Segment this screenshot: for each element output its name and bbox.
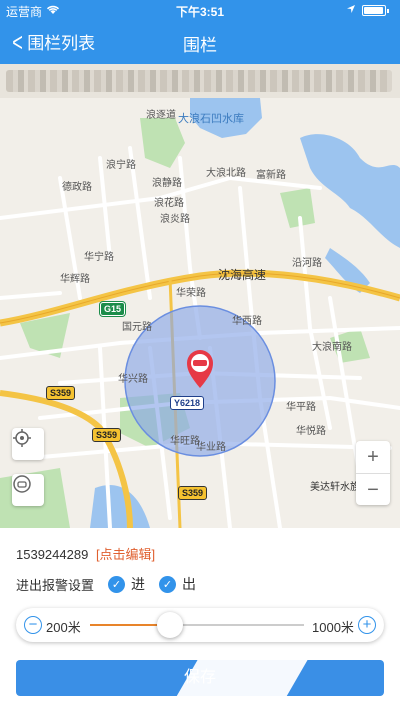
car-locate-button[interactable] (12, 474, 44, 506)
carrier-label: 运营商 (6, 5, 43, 19)
map-label: 华悦路 (296, 426, 326, 437)
map-label: 华兴路 (118, 374, 148, 385)
exit-alarm-checkbox[interactable]: ✓ 出 (159, 574, 196, 594)
check-icon: ✓ (108, 575, 126, 593)
address-bar (0, 64, 400, 98)
map-label: 沈海高速 (218, 268, 267, 282)
road-shield: S359 (92, 428, 122, 442)
map-label: 富新路 (256, 170, 286, 181)
radius-slider-track[interactable] (90, 612, 304, 638)
enter-label: 进 (131, 576, 146, 592)
status-bar: 运营商 下午3:51 (0, 0, 400, 20)
map-label: 大浪南路 (312, 342, 352, 353)
highway-shield: G15 (100, 302, 126, 316)
map-label: 华平路 (286, 402, 316, 413)
page-title: 围栏 (183, 36, 217, 55)
decrease-radius-button[interactable]: − (24, 616, 42, 634)
road-shield: Y6218 (170, 396, 205, 410)
map-canvas (0, 98, 400, 528)
zoom-control: + − (356, 441, 390, 505)
map-label: 浪宁路 (106, 160, 136, 171)
wifi-icon (46, 4, 60, 18)
map-label: 浪炎路 (160, 214, 190, 225)
location-arrow-icon (346, 3, 356, 17)
address-text-obscured (6, 70, 392, 92)
map-label: 浪静路 (152, 178, 182, 189)
edit-link[interactable]: [点击编辑] (96, 547, 155, 562)
increase-radius-button[interactable]: + (358, 616, 376, 634)
check-icon: ✓ (159, 575, 177, 593)
map-view[interactable]: 浪逐道 大浪石凹水库 德政路 浪宁路 浪静路 浪花路 浪炎路 华宁路 华荣路 华… (0, 98, 400, 528)
map-label: 浪逐道 (146, 110, 176, 121)
fence-id: 1539244289 (16, 547, 89, 562)
locate-button[interactable] (12, 428, 44, 460)
map-label: 沿河路 (292, 258, 322, 269)
alarm-label: 进出报警设置 (16, 577, 95, 593)
fence-info-row: 1539244289 [点击编辑] (16, 544, 155, 563)
map-label: 华业路 (196, 442, 226, 453)
alarm-settings-row: 进出报警设置 ✓ 进 ✓ 出 (16, 574, 196, 594)
min-radius-label: 200米 (46, 620, 81, 635)
car-icon (13, 475, 31, 493)
battery-icon (362, 5, 389, 16)
road-shield: S359 (46, 386, 76, 400)
map-label: 华辉路 (60, 274, 90, 285)
lake-water (300, 134, 400, 248)
crosshair-icon (13, 429, 31, 447)
radius-slider-card: − 200米 1000米 + (16, 608, 384, 642)
map-label: 浪花路 (154, 198, 184, 209)
road-shield: S359 (178, 486, 208, 500)
save-button[interactable]: 保存 (16, 660, 384, 696)
map-label: 德政路 (62, 182, 92, 193)
map-label: 国元路 (122, 322, 152, 333)
map-label: 华西路 (232, 316, 262, 327)
map-label: 华宁路 (84, 252, 114, 263)
map-label: 美达轩水族 (310, 482, 360, 493)
clock: 下午3:51 (176, 5, 225, 19)
exit-label: 出 (182, 576, 197, 592)
enter-alarm-checkbox[interactable]: ✓ 进 (108, 574, 145, 594)
map-label: 大浪北路 (206, 168, 246, 179)
max-radius-label: 1000米 (312, 620, 354, 635)
nav-bar: < 围栏列表 围栏 (0, 20, 400, 64)
map-label: 华荣路 (176, 288, 206, 299)
zoom-in-button[interactable]: + (356, 441, 390, 473)
fence-panel: 1539244289 [点击编辑] 进出报警设置 ✓ 进 ✓ 出 − 200米 … (0, 528, 400, 710)
map-label: 大浪石凹水库 (178, 113, 244, 125)
zoom-out-button[interactable]: − (356, 473, 390, 505)
radius-slider-thumb[interactable] (157, 612, 184, 638)
